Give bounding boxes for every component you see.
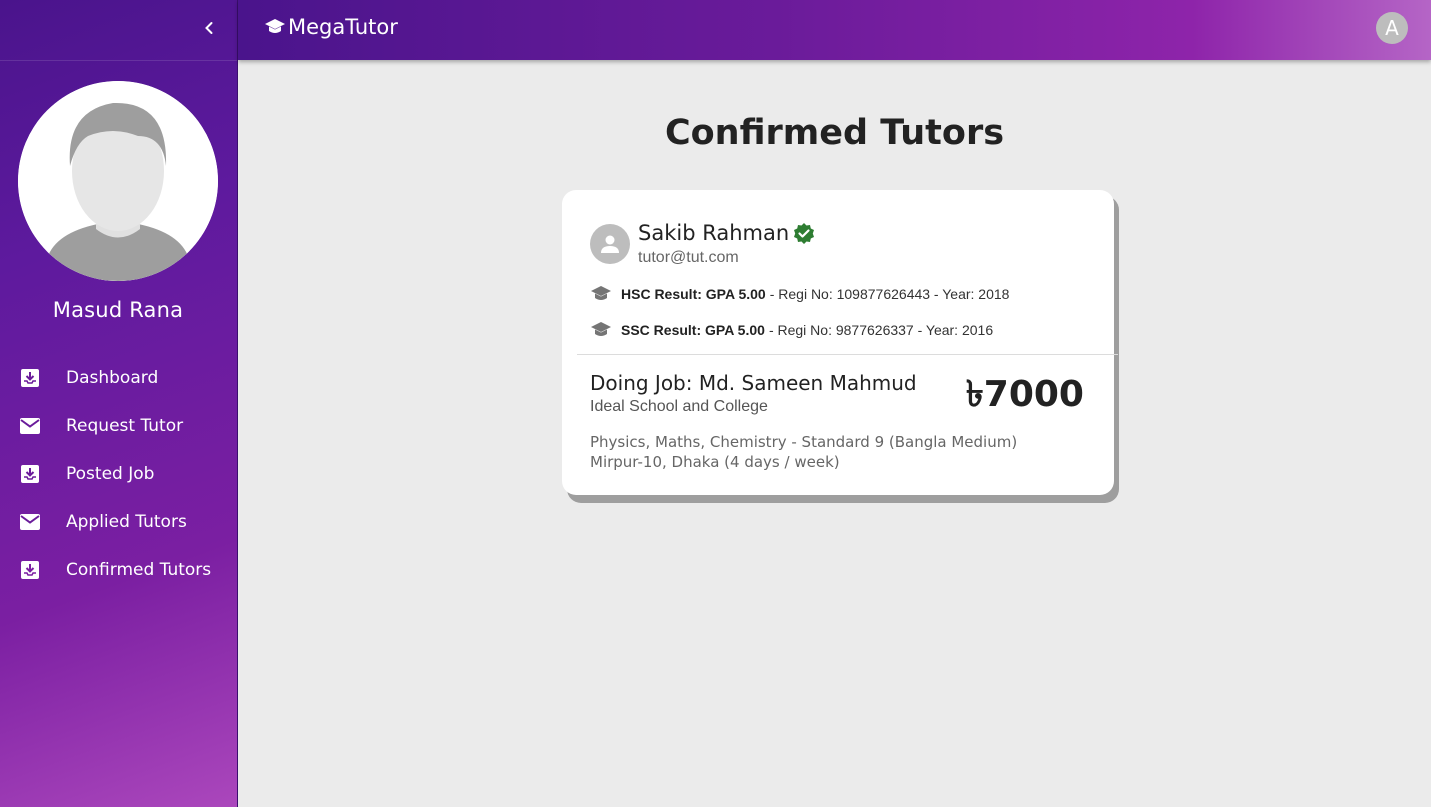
school-icon [591,286,611,300]
inbox-icon [19,463,41,485]
institution: Ideal School and College [590,398,768,415]
page-title: Confirmed Tutors [664,113,1005,153]
graduation-cap-icon [265,19,285,33]
school-icon [591,322,611,336]
tutor-email: tutor@tut.com [638,249,739,266]
mail-icon [19,415,41,437]
sidebar-nav: Dashboard Request Tutor Posted Job Appli… [0,354,238,594]
sidebar-item-dashboard[interactable]: Dashboard [0,354,238,402]
tutor-card: Sakib Rahman tutor@tut.com HSC Result: G… [562,190,1118,495]
location: Mirpur-10, Dhaka (4 days / week) [590,453,840,471]
sidebar: Masud Rana Dashboard Request Tutor Poste… [0,0,238,807]
mail-icon [19,511,41,533]
hsc-result-row: HSC Result: GPA 5.00 - Regi No: 10987762… [590,285,1009,303]
person-silhouette-icon [18,81,218,281]
sidebar-item-request-tutor[interactable]: Request Tutor [0,402,238,450]
hsc-details: - Regi No: 109877626443 - Year: 2018 [769,286,1010,302]
person-icon [601,235,619,253]
collapse-sidebar-button[interactable] [198,17,220,39]
sidebar-item-label: Posted Job [66,464,155,484]
inbox-icon [19,367,41,389]
sidebar-item-posted-job[interactable]: Posted Job [0,450,238,498]
ssc-details: - Regi No: 9877626337 - Year: 2016 [768,322,994,338]
brand-label: MegaTutor [288,15,398,39]
tutor-name: Sakib Rahman [638,221,790,245]
user-name: Masud Rana [52,298,184,322]
inbox-icon [19,559,41,581]
sidebar-item-confirmed-tutors[interactable]: Confirmed Tutors [0,546,238,594]
sidebar-item-label: Dashboard [66,368,159,388]
brand[interactable]: MegaTutor [264,15,398,39]
sidebar-header [0,0,237,61]
job-title: Doing Job: Md. Sameen Mahmud [590,371,917,395]
account-avatar[interactable]: A [1376,12,1408,44]
divider [577,354,1118,355]
sidebar-item-label: Confirmed Tutors [66,560,212,580]
ssc-result-row: SSC Result: GPA 5.00 - Regi No: 98776263… [590,321,993,339]
salary: ৳7000 [965,374,1084,415]
user-avatar [18,81,218,281]
ssc-result: SSC Result: GPA 5.00 [621,322,765,338]
sidebar-item-label: Request Tutor [66,416,184,436]
app-bar: MegaTutor A [238,0,1431,60]
verified-badge-icon [794,223,814,244]
chevron-left-icon [205,22,213,34]
tutor-avatar [590,224,630,264]
sidebar-item-label: Applied Tutors [66,512,187,532]
subjects: Physics, Maths, Chemistry - Standard 9 (… [590,433,1018,451]
sidebar-item-applied-tutors[interactable]: Applied Tutors [0,498,238,546]
hsc-result: HSC Result: GPA 5.00 [621,286,766,302]
